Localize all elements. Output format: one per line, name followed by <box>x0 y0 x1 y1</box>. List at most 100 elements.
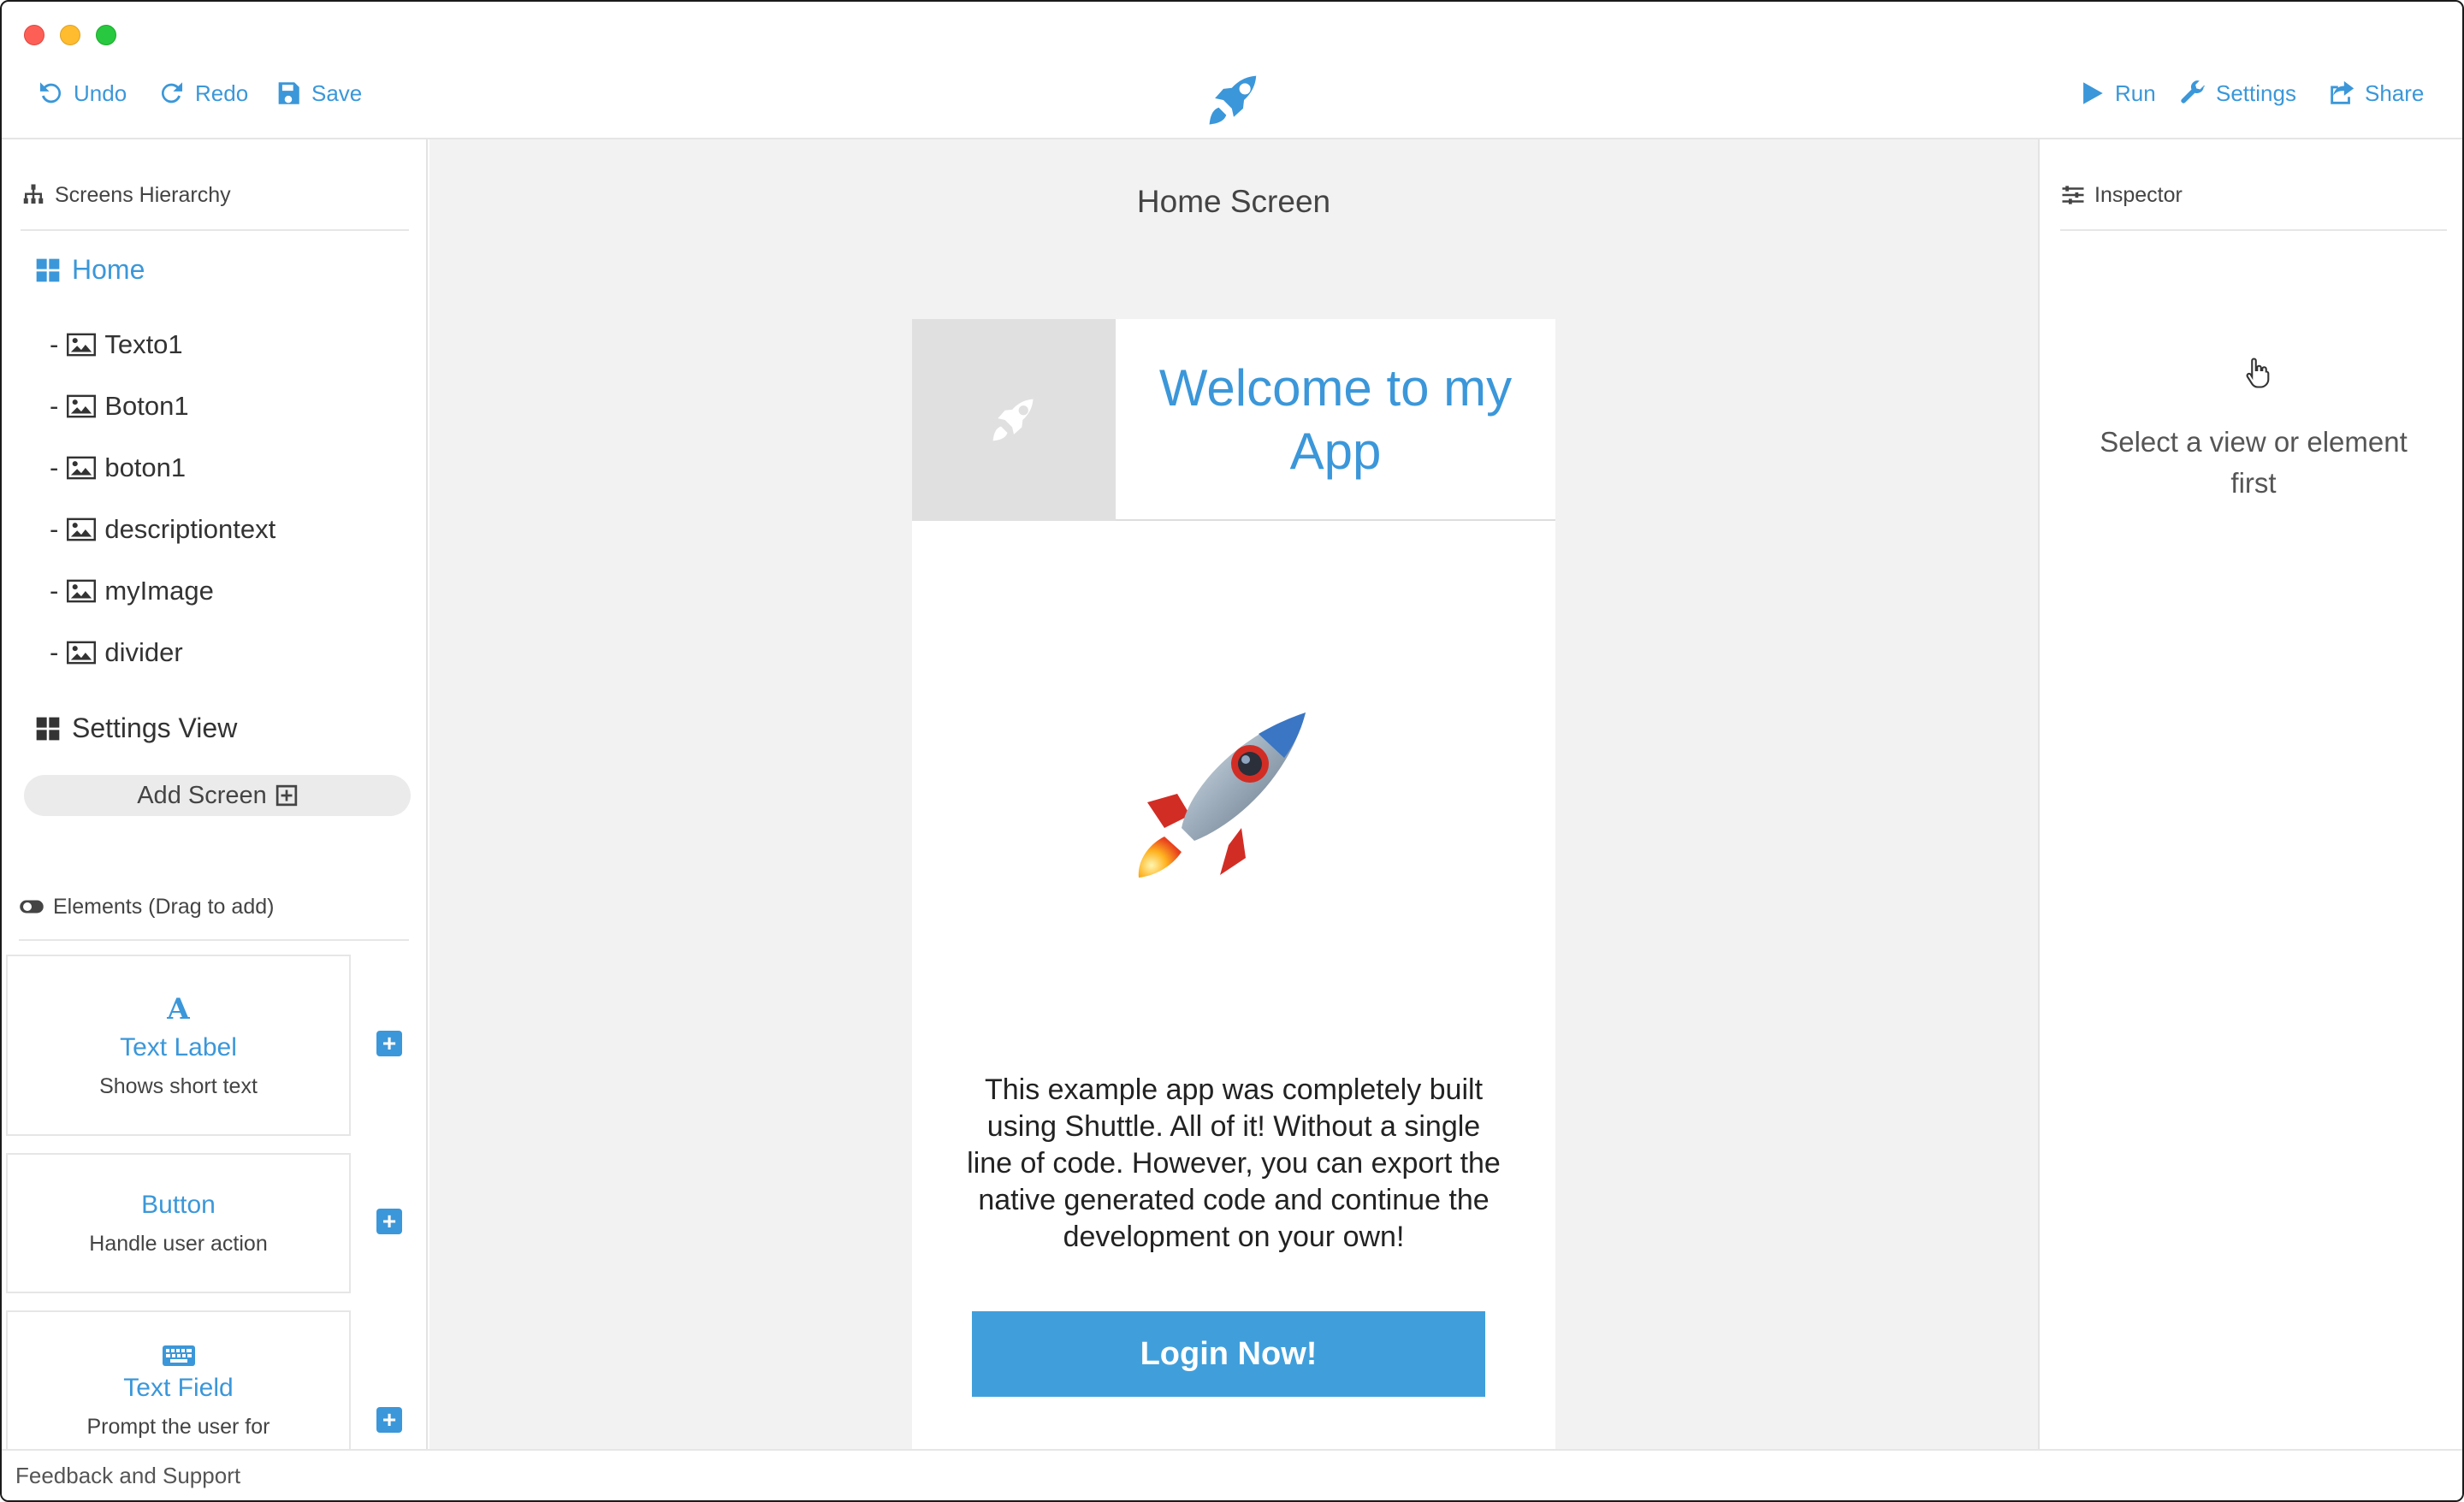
undo-button[interactable]: Undo <box>36 79 127 108</box>
inspector-header: Inspector <box>2060 182 2183 208</box>
image-icon <box>67 394 97 418</box>
zoom-window-button[interactable] <box>96 25 116 45</box>
rocket-placeholder-icon <box>992 397 1035 441</box>
screen-item-home[interactable]: Home <box>34 254 145 286</box>
screen-title: Home Screen <box>1136 184 1331 219</box>
elements-header: Elements (Drag to add) <box>19 894 274 920</box>
image-icon <box>67 517 97 541</box>
tree-item-descriptiontext[interactable]: - descriptiontext <box>50 514 275 545</box>
wrench-icon <box>2181 80 2206 103</box>
tree-item-label: descriptiontext <box>104 514 276 544</box>
rocket-emoji-icon[interactable] <box>1130 708 1314 879</box>
tree-item-texto1[interactable]: - Texto1 <box>50 329 183 360</box>
tree-dash: - <box>50 637 59 667</box>
phone-preview[interactable]: Welcome to my App This example app was c… <box>912 319 1555 1449</box>
element-title: Text Label <box>120 1032 237 1061</box>
keyboard-icon <box>162 1345 195 1366</box>
grid-icon <box>36 258 60 281</box>
hand-pointer-icon <box>2246 358 2270 388</box>
image-icon <box>67 333 97 357</box>
tree-item-label: Boton1 <box>104 391 189 421</box>
screens-hierarchy-title: Screens Hierarchy <box>55 182 231 207</box>
tree-item-label: boton1 <box>104 452 187 482</box>
redo-icon <box>161 82 183 103</box>
tree-item-myimage[interactable]: - myImage <box>50 576 214 606</box>
elements-divider <box>19 939 409 941</box>
login-button[interactable]: Login Now! <box>972 1311 1485 1397</box>
inspector-divider <box>2060 229 2447 231</box>
screens-divider <box>21 229 409 231</box>
inspector-title: Inspector <box>2094 182 2183 207</box>
save-icon <box>278 82 299 104</box>
tree-dash: - <box>50 452 59 482</box>
sliders-icon <box>2062 186 2084 204</box>
add-screen-button[interactable]: Add Screen <box>24 775 411 816</box>
tree-dash: - <box>50 576 59 606</box>
rocket-logo-icon <box>1209 74 1259 125</box>
element-card-text-label[interactable]: A Text Label Shows short text <box>6 955 351 1136</box>
element-title: Text Field <box>123 1374 234 1402</box>
window-controls <box>24 25 116 45</box>
tree-item-divider[interactable]: - divider <box>50 637 183 668</box>
design-canvas: Home Screen Welcome to my App This examp… <box>429 139 2038 1449</box>
save-label: Save <box>311 80 363 106</box>
share-button[interactable]: Share <box>2327 79 2424 108</box>
screen-item-settings-view[interactable]: Settings View <box>34 713 237 744</box>
screens-hierarchy-header: Screens Hierarchy <box>21 182 231 208</box>
share-icon <box>2331 80 2354 104</box>
settings-label: Settings <box>2216 80 2296 106</box>
element-card-text-field[interactable]: Text Field Prompt the user for <box>6 1310 351 1449</box>
add-button-button[interactable]: + <box>376 1209 402 1234</box>
minimize-window-button[interactable] <box>60 25 80 45</box>
add-screen-label: Add Screen <box>137 781 267 809</box>
tree-item-boton1[interactable]: - Boton1 <box>50 391 189 422</box>
tree-item-label: divider <box>104 637 183 667</box>
image-icon <box>67 456 97 480</box>
undo-label: Undo <box>74 80 127 106</box>
elements-title: Elements (Drag to add) <box>53 894 275 919</box>
left-sidebar: Screens Hierarchy Home - Texto1 - Boton1… <box>2 139 428 1449</box>
tree-item-label: myImage <box>104 576 214 606</box>
inspector-empty-message: Select a view or element first <box>2100 426 2408 499</box>
toolbar: Undo Redo Save Run Settings Share <box>2 70 2462 139</box>
image-icon <box>67 579 97 603</box>
grid-icon <box>36 717 60 740</box>
toggle-icon <box>20 900 44 914</box>
redo-label: Redo <box>195 80 249 106</box>
play-icon <box>2083 82 2103 104</box>
tree-dash: - <box>50 391 59 421</box>
phone-header[interactable]: Welcome to my App <box>912 319 1555 521</box>
tree-item-label: Texto1 <box>104 329 183 359</box>
plus-square-icon <box>275 784 297 807</box>
element-card-button[interactable]: Button Handle user action <box>6 1153 351 1293</box>
add-text-label-button[interactable]: + <box>376 1031 402 1056</box>
element-desc: Shows short text <box>99 1073 258 1098</box>
inspector-panel: Inspector Select a view or element first <box>2038 139 2462 1449</box>
screen-item-label: Home <box>72 254 145 285</box>
tree-dash: - <box>50 329 59 359</box>
app-window: Undo Redo Save Run Settings Share Screen… <box>0 0 2464 1502</box>
text-a-icon: A <box>167 991 190 1026</box>
redo-button[interactable]: Redo <box>157 79 248 108</box>
screen-item-label: Settings View <box>72 713 238 743</box>
description-text[interactable]: This example app was completely built us… <box>963 1072 1504 1256</box>
welcome-title[interactable]: Welcome to my App <box>1116 319 1555 521</box>
add-text-field-button[interactable]: + <box>376 1407 402 1433</box>
header-image-placeholder[interactable] <box>912 319 1116 521</box>
element-title: Button <box>141 1190 216 1219</box>
element-desc: Prompt the user for <box>86 1415 270 1439</box>
sitemap-icon <box>23 184 44 204</box>
close-window-button[interactable] <box>24 25 44 45</box>
run-label: Run <box>2115 80 2156 106</box>
save-button[interactable]: Save <box>274 79 362 108</box>
tree-item-boton1-lower[interactable]: - boton1 <box>50 452 186 483</box>
settings-button[interactable]: Settings <box>2178 79 2296 108</box>
footer-bar: Feedback and Support <box>2 1449 2462 1500</box>
run-button[interactable]: Run <box>2077 79 2156 108</box>
feedback-support-link[interactable]: Feedback and Support <box>15 1463 240 1489</box>
tree-dash: - <box>50 514 59 544</box>
image-icon <box>67 641 97 665</box>
share-label: Share <box>2365 80 2425 106</box>
element-desc: Handle user action <box>89 1231 268 1256</box>
undo-icon <box>39 82 62 103</box>
